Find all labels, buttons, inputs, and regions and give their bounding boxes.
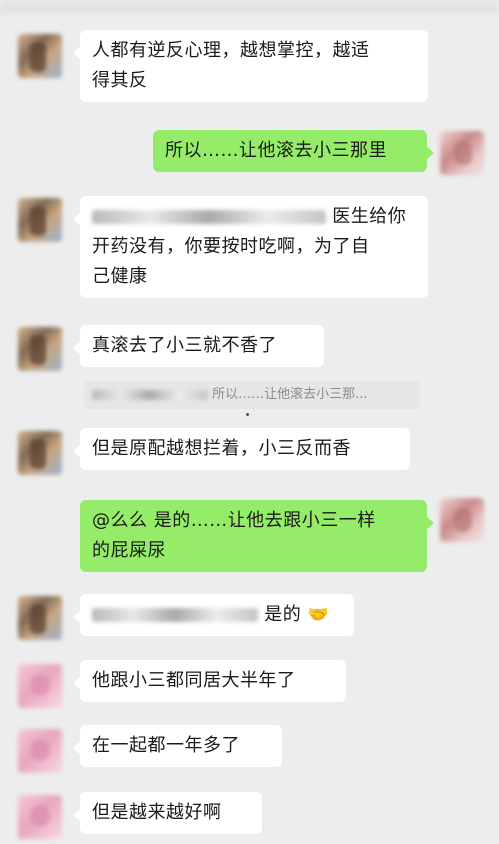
contact-avatar[interactable] — [18, 34, 62, 78]
redacted-text — [92, 608, 258, 622]
contact-avatar[interactable] — [18, 198, 62, 242]
message-bubble-outgoing[interactable]: 所以……让他滚去小三那里 — [153, 130, 434, 172]
message-text: 得其反 — [92, 70, 148, 91]
contact-avatar[interactable] — [18, 729, 62, 773]
divider-dot — [246, 413, 249, 416]
message-text: 的屁屎尿 — [92, 540, 166, 561]
message-text: @么么 是的……让他去跟小三一样 — [92, 510, 376, 531]
message-text: 医生给你 — [332, 206, 407, 227]
message-text: 但是原配越想拦着，小三反而香 — [92, 438, 351, 459]
message-bubble-incoming[interactable]: 人都有逆反心理，越想掌控，越适 得其反 — [73, 30, 428, 102]
message-text: 人都有逆反心理，越想掌控，越适 — [92, 40, 370, 61]
message-text: 在一起都一年多了 — [92, 735, 240, 756]
message-text: 所以……让他滚去小三那里 — [165, 140, 387, 161]
contact-avatar[interactable] — [18, 795, 62, 839]
redacted-text — [92, 389, 208, 400]
message-text: 他跟小三都同居大半年了 — [92, 670, 296, 691]
contact-avatar[interactable] — [18, 596, 62, 640]
message-line: 是的 🤝 — [92, 600, 342, 630]
message-bubble-incoming[interactable]: 在一起都一年多了 — [73, 725, 282, 767]
redacted-text — [92, 210, 326, 224]
contact-avatar[interactable] — [18, 327, 62, 371]
quote-text: 所以……让他滚去小三那... — [212, 387, 368, 402]
contact-avatar[interactable] — [18, 431, 62, 475]
message-bubble-incoming[interactable]: 真滚去了小三就不香了 — [73, 325, 324, 367]
top-bar-blurred — [0, 0, 499, 14]
message-text: 真滚去了小三就不香了 — [92, 335, 277, 356]
handshake-icon: 🤝 — [307, 605, 330, 625]
message-text: 但是越来越好啊 — [92, 802, 222, 823]
message-text: 开药没有，你要按时吃啊，为了自 — [92, 236, 370, 257]
message-bubble-incoming[interactable]: 是的 🤝 — [73, 594, 354, 636]
message-line: 医生给你 — [92, 202, 416, 232]
message-bubble-incoming[interactable]: 但是越来越好啊 — [73, 792, 262, 834]
quoted-message[interactable]: 所以……让他滚去小三那... — [84, 381, 420, 409]
my-avatar[interactable] — [440, 498, 484, 542]
message-bubble-incoming[interactable]: 医生给你 开药没有，你要按时吃啊，为了自 己健康 — [73, 196, 428, 298]
contact-avatar[interactable] — [18, 664, 62, 708]
message-text: 己健康 — [92, 266, 148, 287]
message-bubble-incoming[interactable]: 但是原配越想拦着，小三反而香 — [73, 428, 410, 470]
message-text: 是的 — [264, 604, 302, 625]
my-avatar[interactable] — [440, 131, 484, 175]
message-bubble-incoming[interactable]: 他跟小三都同居大半年了 — [73, 660, 346, 702]
message-bubble-outgoing[interactable]: @么么 是的……让他去跟小三一样 的屁屎尿 — [80, 500, 434, 572]
